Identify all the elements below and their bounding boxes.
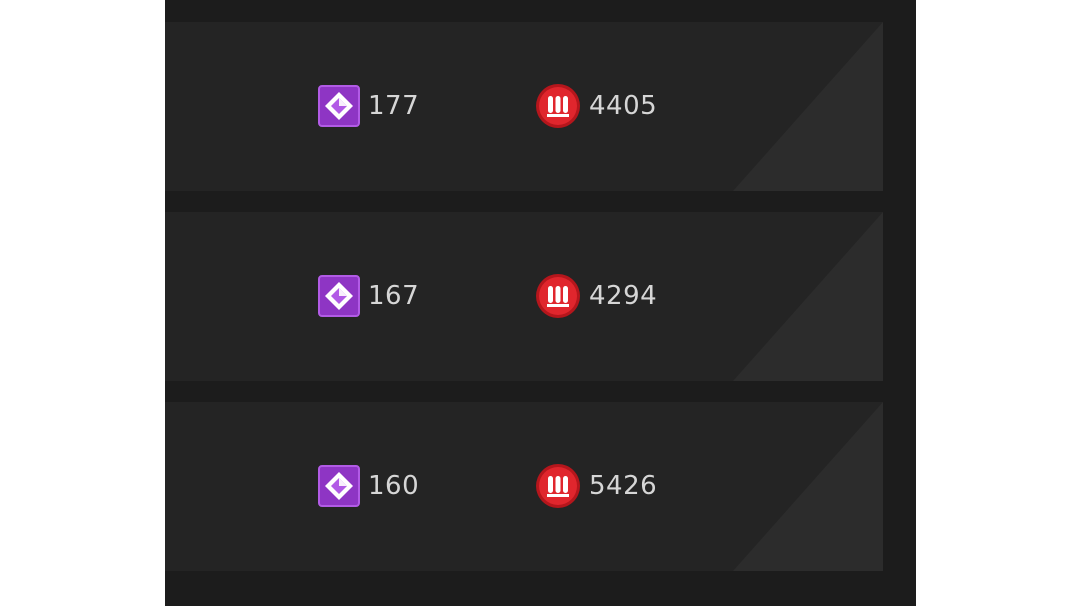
red-ammo-icon <box>536 464 580 508</box>
gem-count: 177 <box>368 91 420 121</box>
purple-diamond-icon <box>318 85 360 127</box>
ammo-stat: 4294 <box>535 273 657 319</box>
corner-accent <box>733 212 883 381</box>
ammo-stat: 4405 <box>535 83 657 129</box>
purple-diamond-icon <box>318 275 360 317</box>
gem-count: 167 <box>368 281 420 311</box>
corner-accent <box>733 22 883 191</box>
list-panel: 177 4405 167 4294 160 5426 <box>165 0 916 606</box>
ammo-stat: 5426 <box>535 463 657 509</box>
gem-stat: 177 <box>318 83 419 129</box>
gem-stat: 167 <box>318 273 419 319</box>
purple-diamond-icon <box>318 465 360 507</box>
red-ammo-icon <box>536 274 580 318</box>
ammo-count: 4294 <box>589 281 658 311</box>
red-ammo-icon <box>536 84 580 128</box>
ammo-count: 4405 <box>589 91 658 121</box>
ammo-count: 5426 <box>589 471 658 501</box>
list-item[interactable]: 177 4405 <box>165 22 883 191</box>
gem-count: 160 <box>368 471 420 501</box>
list-item[interactable]: 167 4294 <box>165 212 883 381</box>
gem-stat: 160 <box>318 463 419 509</box>
corner-accent <box>733 402 883 571</box>
list-item[interactable]: 160 5426 <box>165 402 883 571</box>
